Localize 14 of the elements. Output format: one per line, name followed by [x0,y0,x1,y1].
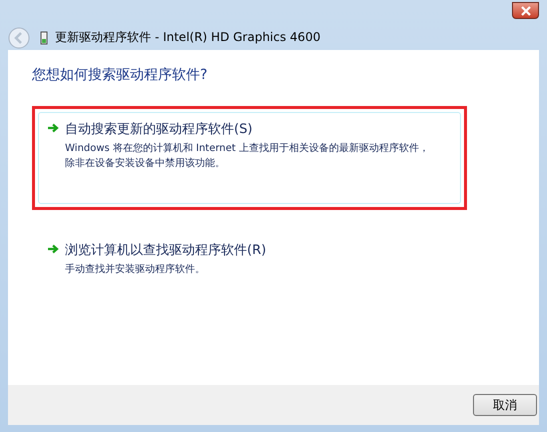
window-title: 更新驱动程序软件 - Intel(R) HD Graphics 4600 [55,29,320,46]
dialog-heading: 您想如何搜索驱动程序软件? [32,66,208,84]
close-icon [520,6,532,16]
arrow-icon [47,123,59,133]
option-link[interactable]: 自动搜索更新的驱动程序软件(S) Windows 将在您的计算机和 Internet 上查找用于相关设备的最新驱动程序软件，除非在设备安装设备中禁用该功能。 [38,112,461,204]
option-title: 自动搜索更新的驱动程序软件(S) [65,121,254,138]
arrow-icon [47,244,59,254]
option-link[interactable]: 浏览计算机以查找驱动程序软件(R) 手动查找并安装驱动程序软件。 [38,233,461,285]
cancel-button[interactable]: 取消 [473,394,537,416]
close-button[interactable] [512,2,539,19]
option-title: 浏览计算机以查找驱动程序软件(R) [65,242,268,259]
option-description: Windows 将在您的计算机和 Internet 上查找用于相关设备的最新驱动程序软件，除非在设备安装设备中禁用该功能。 [65,142,430,171]
option-description: 手动查找并安装驱动程序软件。 [65,262,206,277]
device-icon [40,30,48,44]
